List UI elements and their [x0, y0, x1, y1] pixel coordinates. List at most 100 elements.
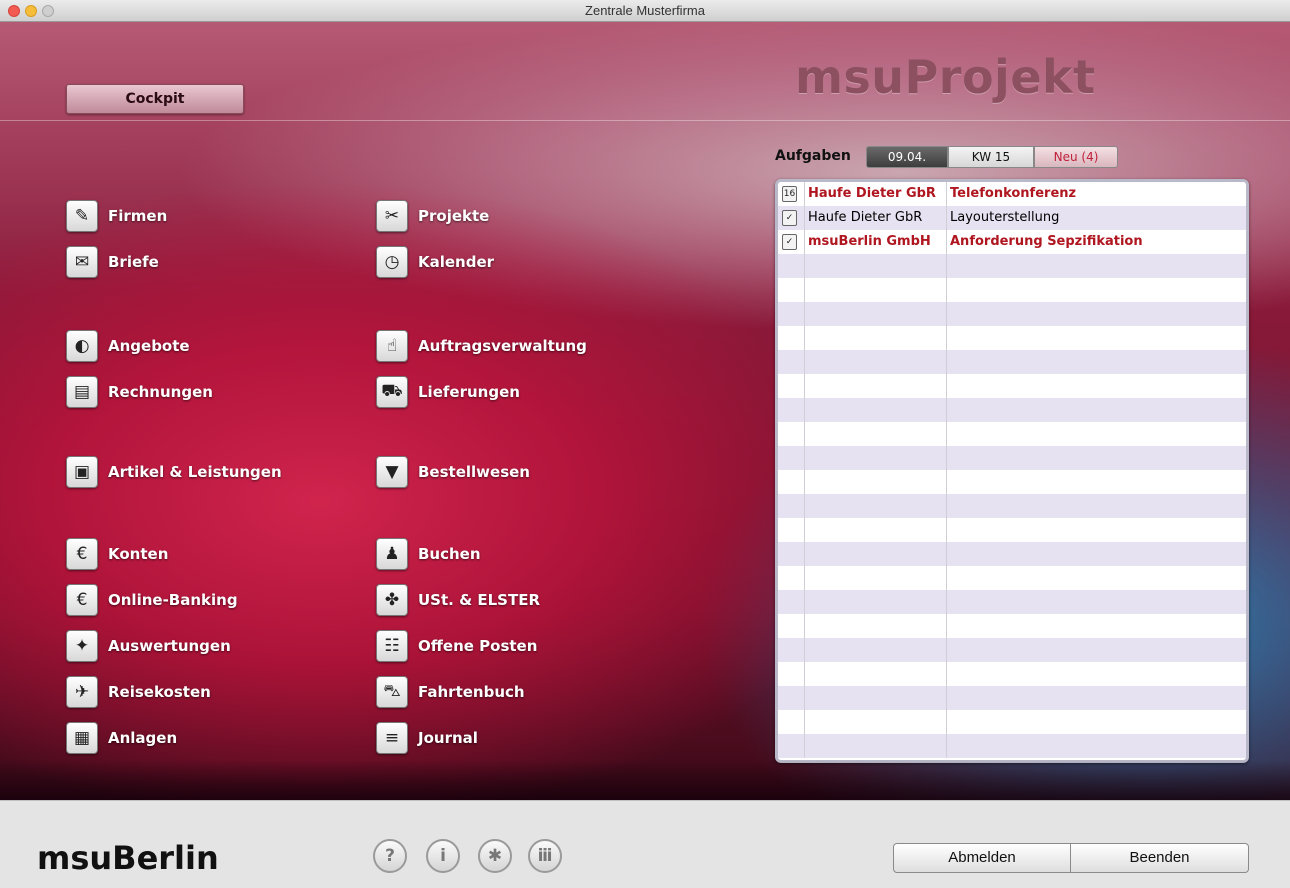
- nav-item-label: Anlagen: [108, 729, 178, 747]
- nav-item[interactable]: ☝ Auftragsverwaltung: [376, 328, 587, 364]
- table-row[interactable]: 16 Haufe Dieter GbR Telefonkonferenz: [778, 182, 1246, 206]
- invoice-icon: ▤: [66, 376, 98, 408]
- column-divider: [804, 566, 805, 590]
- footer: msuBerlin ? i ✱ ⅲ Abmelden Beenden: [0, 800, 1290, 888]
- help-button[interactable]: ?: [373, 839, 407, 873]
- offer-icon: ◐: [66, 330, 98, 362]
- task-company: Haufe Dieter GbR: [808, 186, 936, 201]
- table-row[interactable]: ✓ msuBerlin GmbH Anforderung Sepzifikation: [778, 230, 1246, 254]
- nav-item[interactable]: ✦ Auswertungen: [66, 628, 231, 664]
- table-row[interactable]: [778, 494, 1246, 518]
- table-row[interactable]: [778, 278, 1246, 302]
- nav-item[interactable]: € Konten: [66, 536, 168, 572]
- column-divider: [946, 422, 947, 446]
- column-divider: [804, 614, 805, 638]
- nav-item[interactable]: ♟ Buchen: [376, 536, 481, 572]
- nav-item-label: Journal: [418, 729, 478, 747]
- table-row[interactable]: [778, 350, 1246, 374]
- nav-item-label: Rechnungen: [108, 383, 213, 401]
- column-divider: [946, 254, 947, 278]
- table-row[interactable]: [778, 422, 1246, 446]
- column-divider: [946, 326, 947, 350]
- table-row[interactable]: [778, 446, 1246, 470]
- title-bar: Zentrale Musterfirma: [0, 0, 1290, 22]
- nav-item-label: Online-Banking: [108, 591, 238, 609]
- table-row[interactable]: [778, 326, 1246, 350]
- nav-item-label: USt. & ELSTER: [418, 591, 541, 609]
- task-subject: Telefonkonferenz: [950, 186, 1077, 201]
- table-row[interactable]: [778, 614, 1246, 638]
- nav-item[interactable]: ◐ Angebote: [66, 328, 190, 364]
- nav-item[interactable]: ▼ Bestellwesen: [376, 454, 530, 490]
- column-divider: [946, 398, 947, 422]
- nav-item-label: Reisekosten: [108, 683, 211, 701]
- nav-item[interactable]: ▤ Rechnungen: [66, 374, 213, 410]
- column-divider: [946, 350, 947, 374]
- nav-item[interactable]: ✂ Projekte: [376, 198, 489, 234]
- table-row[interactable]: [778, 566, 1246, 590]
- nav-item[interactable]: ▣ Artikel & Leistungen: [66, 454, 282, 490]
- handshake-icon: ☝: [376, 330, 408, 362]
- column-divider: [804, 422, 805, 446]
- nav-item[interactable]: ✉ Briefe: [66, 244, 159, 280]
- table-row[interactable]: [778, 302, 1246, 326]
- task-company: Haufe Dieter GbR: [808, 210, 923, 225]
- nav-item[interactable]: € Online-Banking: [66, 582, 238, 618]
- column-divider: [804, 374, 805, 398]
- journal-icon: ≡: [376, 722, 408, 754]
- tasks-list[interactable]: 16 Haufe Dieter GbR Telefonkonferenz ✓ Haufe…: [775, 179, 1249, 763]
- nav-item[interactable]: ✤ USt. & ELSTER: [376, 582, 540, 618]
- column-divider: [946, 686, 947, 710]
- info-button[interactable]: i: [426, 839, 460, 873]
- clock-icon: ◷: [376, 246, 408, 278]
- car-icon: ⛍: [376, 676, 408, 708]
- nav-item[interactable]: ☷ Offene Posten: [376, 628, 537, 664]
- calendar-icon: 16: [782, 186, 797, 202]
- quit-button[interactable]: Beenden: [1071, 843, 1249, 873]
- nav-item[interactable]: ≡ Journal: [376, 720, 478, 756]
- table-row[interactable]: [778, 662, 1246, 686]
- task-subject: Anforderung Sepzifikation: [950, 234, 1143, 249]
- table-row[interactable]: [778, 590, 1246, 614]
- table-row[interactable]: [778, 374, 1246, 398]
- column-divider: [804, 638, 805, 662]
- table-row[interactable]: [778, 518, 1246, 542]
- column-divider: [804, 254, 805, 278]
- tab-today[interactable]: 09.04.: [866, 146, 948, 168]
- column-divider: [804, 350, 805, 374]
- table-row[interactable]: [778, 542, 1246, 566]
- nav-item-label: Auswertungen: [108, 637, 231, 655]
- tab-week[interactable]: KW 15: [948, 146, 1034, 168]
- nav-item-label: Buchen: [418, 545, 481, 563]
- nav-item-label: Firmen: [108, 207, 168, 225]
- settings-button[interactable]: ✱: [478, 839, 512, 873]
- column-divider: [804, 734, 805, 758]
- cockpit-button[interactable]: Cockpit: [66, 84, 244, 114]
- nav-item[interactable]: ▦ Anlagen: [66, 720, 177, 756]
- table-row[interactable]: [778, 710, 1246, 734]
- column-divider: [946, 302, 947, 326]
- nav-item[interactable]: ⛍ Fahrtenbuch: [376, 674, 525, 710]
- window-title: Zentrale Musterfirma: [585, 3, 705, 18]
- firmen-icon: ✎: [66, 200, 98, 232]
- column-divider: [804, 206, 805, 230]
- nav-item[interactable]: ⛟ Lieferungen: [376, 374, 520, 410]
- table-row[interactable]: ✓ Haufe Dieter GbR Layouterstellung: [778, 206, 1246, 230]
- column-divider: [804, 662, 805, 686]
- table-row[interactable]: [778, 686, 1246, 710]
- column-divider: [946, 494, 947, 518]
- nav-item[interactable]: ◷ Kalender: [376, 244, 494, 280]
- users-button[interactable]: ⅲ: [528, 839, 562, 873]
- table-row[interactable]: [778, 254, 1246, 278]
- main-area: Cockpit msuProjekt ✎ Firmen ✉ Briefe ◐ Angebo…: [0, 22, 1290, 800]
- eagle-chart-icon: ✦: [66, 630, 98, 662]
- nav-item[interactable]: ✈ Reisekosten: [66, 674, 211, 710]
- logout-button[interactable]: Abmelden: [893, 843, 1071, 873]
- table-row[interactable]: [778, 398, 1246, 422]
- table-row[interactable]: [778, 734, 1246, 758]
- nav-item[interactable]: ✎ Firmen: [66, 198, 167, 234]
- table-row[interactable]: [778, 638, 1246, 662]
- column-divider: [804, 278, 805, 302]
- table-row[interactable]: [778, 470, 1246, 494]
- tab-new[interactable]: Neu (4): [1034, 146, 1118, 168]
